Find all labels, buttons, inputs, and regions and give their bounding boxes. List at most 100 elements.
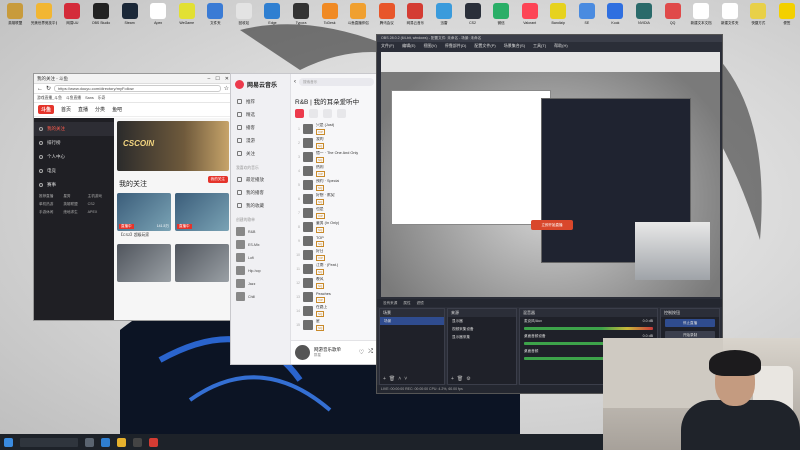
reload-icon[interactable]: ↻ (46, 85, 51, 92)
music-nav-item[interactable]: 关注 (231, 147, 290, 160)
explorer-icon[interactable] (117, 437, 126, 447)
scene-item[interactable]: 场景 (380, 317, 444, 325)
obs-menu-item[interactable]: 帮助(H) (554, 42, 568, 50)
volume-meter[interactable] (524, 327, 653, 330)
track-row[interactable]: 4 热闹 VIP (291, 164, 377, 178)
nav-home[interactable]: 首页 (61, 106, 71, 113)
obs-preview[interactable]: 立即开始直播 (381, 52, 720, 297)
desktop-shortcut[interactable]: Apex (145, 0, 172, 40)
music-nav-item[interactable]: 播客 (231, 121, 290, 134)
nav-fishbar[interactable]: 鱼吧 (112, 106, 122, 113)
bookmark-item[interactable]: 斗鱼直播 (66, 96, 81, 101)
obs-menu-item[interactable]: 配置文件(P) (474, 42, 495, 50)
track-row[interactable]: 12 晚风 SQ (291, 276, 377, 290)
desktop-shortcut[interactable]: 网易UU (59, 0, 86, 40)
bookmark-item[interactable]: 游戏直播_斗鱼 (37, 96, 62, 101)
promo-banner[interactable]: CSCOIN (117, 121, 229, 171)
obs-menu-item[interactable]: 文件(F) (381, 42, 394, 50)
music-nav-item[interactable]: 精选 (231, 108, 290, 121)
obs-menu-item[interactable]: 编辑(E) (402, 42, 415, 50)
douyu-logo[interactable]: 斗鱼 (38, 105, 55, 114)
trash-icon[interactable]: 🗑 (457, 375, 463, 384)
netease-music-icon[interactable] (149, 437, 158, 447)
music-nav-item[interactable]: 推荐 (231, 95, 290, 108)
sidebar-item-esports[interactable]: 电竞 (34, 164, 114, 178)
sidebar-item-profile[interactable]: 个人中心 (34, 150, 114, 164)
playlist-item[interactable]: ES-Mix (231, 238, 290, 251)
category-link[interactable]: APEX (88, 210, 109, 215)
track-row[interactable]: 15 星 SQ (291, 318, 377, 332)
category-link[interactable]: 主机游戏 (88, 194, 109, 199)
sidebar-item-follow[interactable]: 我的关注 (34, 122, 114, 136)
obs-menu-item[interactable]: 场景集合(S) (504, 42, 525, 50)
playlist-item[interactable]: Chill (231, 290, 290, 303)
play-all-button[interactable] (295, 109, 304, 118)
heart-icon[interactable]: ♡ (359, 349, 364, 356)
taskbar-search-box[interactable] (20, 437, 78, 447)
close-icon[interactable]: ✕ (225, 76, 229, 82)
desktop-shortcut[interactable]: ToDesk (316, 0, 343, 40)
bookmark-item[interactable]: Sans (85, 96, 94, 100)
desktop-shortcut[interactable]: 完美世界竞技平台 (31, 0, 58, 40)
track-row[interactable]: 1 只是 (Just) VIP (291, 122, 377, 136)
sidebar-item-rank[interactable]: 排行榜 (34, 136, 114, 150)
desktop-shortcut[interactable]: 斗鱼直播伴侣 (345, 0, 372, 40)
stream-card[interactable]: 直播中 (175, 193, 229, 231)
music-search-input[interactable]: 搜索音乐 (299, 78, 374, 86)
download-button[interactable] (323, 109, 332, 118)
category-link[interactable]: 手游休闲 (39, 210, 60, 215)
track-row[interactable]: 3 错一 · The One And Only SQ (291, 150, 377, 164)
bookmark-item[interactable]: 乐奇 (98, 96, 106, 101)
add-icon[interactable]: + (383, 375, 386, 384)
windows-start-icon[interactable] (4, 437, 13, 447)
category-link[interactable]: CS2 (88, 202, 109, 207)
track-row[interactable]: 14 在路上 SQ (291, 304, 377, 318)
stream-card[interactable] (117, 244, 171, 282)
desktop-shortcut[interactable]: Edge (259, 0, 286, 40)
track-row[interactable]: 8 童男 (In Only) SQ (291, 220, 377, 234)
filters-button[interactable]: 滤镜 (417, 299, 424, 307)
desktop-shortcut[interactable]: 快捷方式 (745, 0, 772, 40)
star-icon[interactable]: ☆ (224, 85, 229, 92)
desktop-shortcut[interactable]: Typora (288, 0, 315, 40)
category-link[interactable]: 英雄联盟 (63, 202, 84, 207)
my-item[interactable]: 我的收藏 (231, 199, 290, 212)
my-item[interactable]: 最近播放 (231, 173, 290, 186)
back-icon[interactable]: ← (37, 86, 43, 92)
category-link[interactable]: 绝地求生 (63, 210, 84, 215)
obs-icon[interactable] (133, 437, 142, 447)
track-row[interactable]: 2 我的 SQ (291, 136, 377, 150)
task-view-icon[interactable] (85, 437, 94, 447)
up-icon[interactable]: ˄ (398, 375, 401, 384)
shuffle-icon[interactable]: ⤮ (368, 349, 373, 356)
follow-button[interactable]: 我的关注 (207, 176, 228, 183)
category-link[interactable]: 推荐直播 (39, 194, 60, 199)
track-row[interactable]: 9 TOP SQ (291, 234, 377, 248)
desktop-shortcut[interactable]: OBS Studio (88, 0, 115, 40)
obs-menu-item[interactable]: 停靠部件(D) (445, 42, 467, 50)
playlist-item[interactable]: Hip-hop (231, 264, 290, 277)
my-item[interactable]: 我的播客 (231, 186, 290, 199)
desktop-shortcut[interactable]: Steam (116, 0, 143, 40)
edge-icon[interactable] (101, 437, 110, 447)
back-icon[interactable]: ‹ (294, 79, 296, 85)
source-item[interactable]: 显示器采集 (448, 333, 516, 341)
collect-button[interactable] (309, 109, 318, 118)
more-button[interactable] (337, 109, 346, 118)
desktop-shortcut[interactable]: 文件夹 (202, 0, 229, 40)
add-icon[interactable]: + (451, 375, 454, 384)
nav-live[interactable]: 直播 (78, 106, 88, 113)
music-nav-item[interactable]: 漫游 (231, 134, 290, 147)
nav-category[interactable]: 分类 (95, 106, 105, 113)
stream-card[interactable] (175, 244, 229, 282)
track-row[interactable]: 13 Peaches VIP (291, 290, 377, 304)
gear-icon[interactable]: ⚙ (466, 375, 470, 384)
sidebar-item-events[interactable]: 赛事 (34, 178, 114, 192)
obs-menu-item[interactable]: 工具(T) (533, 42, 546, 50)
track-row[interactable]: 5 预约 · Special SQ (291, 178, 377, 192)
track-row[interactable]: 11 江南 · (Feat.) SQ (291, 262, 377, 276)
desktop-shortcut[interactable]: 便签 (774, 0, 800, 40)
track-row[interactable]: 6 好想 · 默契 SQ (291, 192, 377, 206)
obs-menu-item[interactable]: 视图(V) (423, 42, 436, 50)
now-playing-artist[interactable]: 群星 (314, 353, 341, 358)
